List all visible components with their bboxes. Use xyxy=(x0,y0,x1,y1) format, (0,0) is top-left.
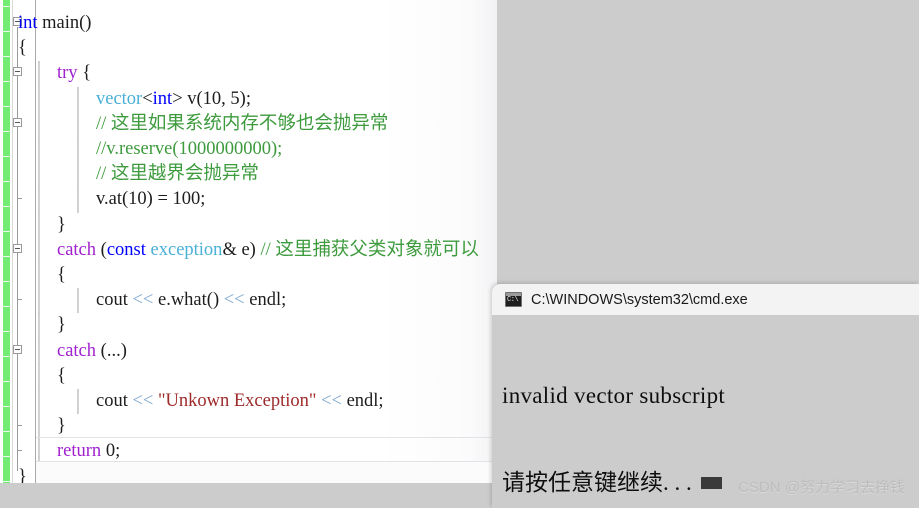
change-bar-tick xyxy=(3,56,10,57)
code-line: cout << e.what() << endl; xyxy=(96,288,286,313)
code-line: return 0; xyxy=(57,439,120,464)
code-line: try { xyxy=(57,61,91,86)
console-output-line-2: 请按任意键继续. . . xyxy=(502,468,919,497)
code-token: << xyxy=(132,391,154,411)
code-line: } xyxy=(57,414,66,439)
cmd-icon-glyph: C:\ xyxy=(507,296,519,304)
code-token: cout xyxy=(96,290,133,311)
code-line: // 这里如果系统内存不够也会抛异常 xyxy=(96,112,388,137)
code-token: } xyxy=(18,466,27,483)
code-token: << xyxy=(321,391,342,411)
code-line: } xyxy=(18,465,27,483)
code-line: int main() xyxy=(18,11,91,36)
code-token: endl; xyxy=(341,391,384,411)
console-cursor xyxy=(700,477,722,489)
code-line: { xyxy=(57,364,66,389)
code-token: return xyxy=(57,441,102,462)
code-token: < xyxy=(142,88,153,109)
console-title: C:\WINDOWS\system32\cmd.exe xyxy=(531,291,748,308)
code-line: vector<int> v(10, 5); xyxy=(96,87,251,112)
change-bar-tick xyxy=(3,256,10,257)
code-line: } xyxy=(57,213,66,238)
code-line: catch (const exception& e) // 这里捕获父类对象就可… xyxy=(57,238,479,263)
change-bar-tick xyxy=(3,356,10,357)
change-bar-tick xyxy=(3,481,10,482)
code-token: // 这里如果系统内存不够也会抛异常 xyxy=(96,113,389,134)
code-token: catch xyxy=(57,239,97,260)
change-bar-tick xyxy=(3,331,10,332)
code-token: endl; xyxy=(244,290,287,311)
code-token: << xyxy=(223,290,245,311)
code-token: vector xyxy=(96,88,143,109)
code-token: int xyxy=(152,88,173,109)
code-token: cout xyxy=(96,391,133,411)
code-token: (...) xyxy=(96,340,127,361)
code-line: v.at(10) = 100; xyxy=(96,187,205,212)
change-bar-tick xyxy=(3,131,10,132)
code-token: // 这里捕获父类对象就可以 xyxy=(260,239,479,260)
code-token: > v(10, 5); xyxy=(172,88,251,109)
code-token: { xyxy=(77,63,92,84)
code-token: & e) xyxy=(222,239,261,260)
code-text[interactable]: int main(){try {vector<int> v(10, 5);// … xyxy=(0,0,497,483)
code-token: << xyxy=(132,290,154,311)
change-bar-tick xyxy=(3,206,10,207)
code-token: // 这里越界会抛异常 xyxy=(96,164,259,185)
code-line: } xyxy=(57,313,66,338)
code-token: exception xyxy=(150,239,223,260)
change-bar-tick xyxy=(3,31,10,32)
change-bar-tick xyxy=(3,181,10,182)
console-titlebar[interactable]: C:\ C:\WINDOWS\system32\cmd.exe xyxy=(492,284,919,316)
change-bar-tick xyxy=(3,381,10,382)
code-line: cout << "Unkown Exception" << endl; xyxy=(96,389,384,414)
code-token: main() xyxy=(37,13,92,33)
code-token: "Unkown Exception" xyxy=(157,391,317,411)
change-bar-tick xyxy=(3,106,10,107)
cmd-icon: C:\ xyxy=(505,292,522,307)
console-output-line-1: invalid vector subscript xyxy=(502,383,726,408)
code-line: // 这里越界会抛异常 xyxy=(96,162,259,187)
code-line: //v.reserve(1000000000); xyxy=(96,137,282,162)
code-editor-pane[interactable]: int main(){try {vector<int> v(10, 5);// … xyxy=(0,0,497,483)
code-token: e.what() xyxy=(153,290,224,311)
console-output-line-2-text: 请按任意键继续. . . xyxy=(502,470,692,495)
change-bar-tick xyxy=(3,6,10,7)
code-token: { xyxy=(57,265,66,285)
code-token: { xyxy=(18,38,27,59)
code-token: v.at(10) = 100; xyxy=(96,189,206,210)
code-token: } xyxy=(57,416,66,437)
code-token: } xyxy=(57,214,66,235)
code-token: const xyxy=(106,239,146,260)
code-token: try xyxy=(57,63,78,84)
console-window[interactable]: C:\ C:\WINDOWS\system32\cmd.exe invalid … xyxy=(492,284,919,508)
code-token: //v.reserve(1000000000); xyxy=(96,139,283,159)
code-token: { xyxy=(57,365,66,386)
change-bar-tick xyxy=(3,306,10,307)
change-bar-tick xyxy=(3,231,10,232)
code-line: catch (...) xyxy=(57,339,127,364)
console-output[interactable]: invalid vector subscript 请按任意键继续. . . xyxy=(492,315,919,508)
code-token: ( xyxy=(96,239,107,260)
code-token: int xyxy=(18,13,38,33)
code-line: { xyxy=(57,263,66,288)
change-bar-tick xyxy=(3,406,10,407)
change-bar-tick xyxy=(3,456,10,457)
code-line: { xyxy=(18,36,27,61)
change-bar-tick xyxy=(3,81,10,82)
code-token: 0; xyxy=(101,441,121,462)
code-token: catch xyxy=(57,340,97,361)
change-bar-tick xyxy=(3,431,10,432)
change-bar-tick xyxy=(3,281,10,282)
code-token: } xyxy=(57,315,66,336)
change-bar-tick xyxy=(3,156,10,157)
